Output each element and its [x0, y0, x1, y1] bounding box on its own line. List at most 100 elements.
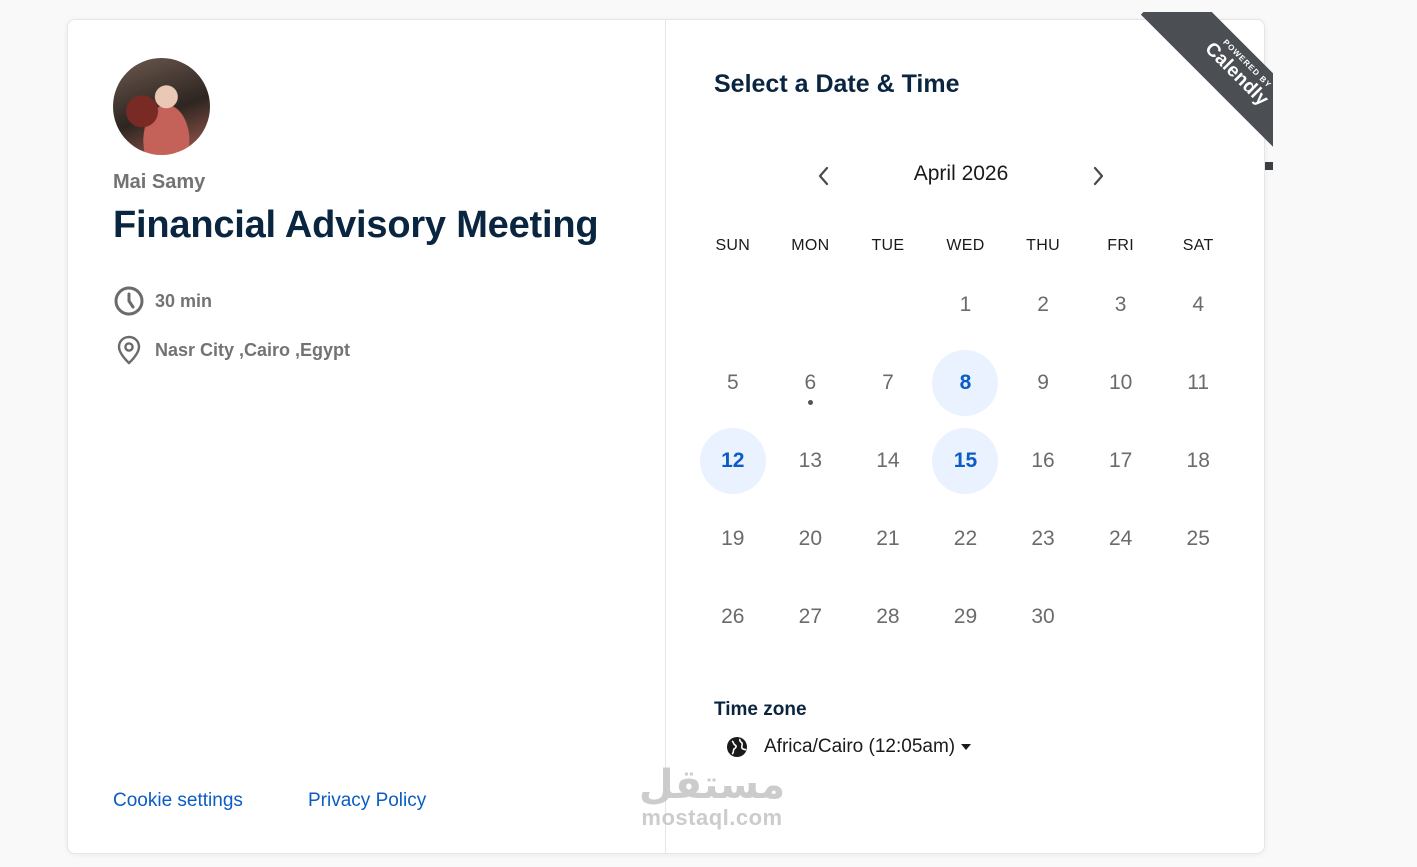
calendar-day: 18	[1159, 422, 1237, 500]
calendar-day: 14	[849, 422, 927, 500]
available-day-button[interactable]: 15	[932, 428, 999, 494]
available-day-button[interactable]: 12	[699, 428, 766, 494]
booking-card: Mai Samy Financial Advisory Meeting 30 m…	[67, 19, 1265, 854]
calendar-day: 30	[1004, 578, 1082, 656]
day-number: 7	[882, 371, 894, 394]
day-number: 16	[1031, 449, 1055, 472]
day-number: 24	[1108, 527, 1133, 550]
day-number: 14	[876, 449, 900, 472]
calendar-day: 11	[1159, 344, 1237, 422]
day-number: 6	[777, 350, 843, 416]
host-avatar	[113, 58, 210, 155]
day-number: 17	[1108, 449, 1133, 472]
day-number: 4	[1192, 293, 1205, 316]
weekday-header-row: SUN MON TUE WED THU FRI SAT	[694, 237, 1237, 255]
day-number: 2	[1037, 293, 1049, 316]
ribbon-fold	[1265, 162, 1273, 170]
day-number: 29	[953, 605, 978, 628]
calendar-empty-cell	[772, 266, 850, 344]
day-number: 21	[876, 527, 900, 550]
day-number: 13	[798, 449, 823, 472]
calendar-day[interactable]: 8	[927, 344, 1005, 422]
event-title: Financial Advisory Meeting	[113, 204, 599, 246]
powered-by-calendly-badge[interactable]: POWERED BY Calendly	[1115, 12, 1273, 170]
weekday-label: TUE	[871, 237, 905, 254]
day-number: 23	[1031, 527, 1055, 550]
ribbon: POWERED BY Calendly	[1140, 12, 1273, 170]
day-number: 10	[1108, 371, 1133, 394]
day-number: 3	[1114, 293, 1127, 316]
month-navigation: April 2026	[806, 158, 1116, 194]
calendar-day: 29	[927, 578, 1005, 656]
day-number: 9	[1037, 371, 1049, 394]
day-number: 30	[1031, 605, 1055, 628]
timezone-selector[interactable]: Africa/Cairo (12:05am)	[726, 736, 972, 758]
day-number: 26	[721, 605, 745, 628]
globe-icon	[727, 737, 747, 757]
day-number: 18	[1186, 449, 1210, 472]
timezone-value: Africa/Cairo (12:05am)	[764, 736, 972, 758]
calendar-day: 24	[1082, 500, 1160, 578]
next-month-button[interactable]	[1080, 158, 1116, 194]
location-pin-icon	[117, 335, 141, 365]
day-number: 5	[726, 371, 739, 394]
privacy-policy-link[interactable]: Privacy Policy	[308, 790, 426, 812]
ribbon-brand-text: Calendly	[1200, 38, 1273, 111]
calendar-day: 1	[927, 266, 1005, 344]
calendar-day: 28	[849, 578, 927, 656]
mostaql-watermark: مستقل mostaql.com	[622, 765, 802, 831]
calendar-day: 13	[772, 422, 850, 500]
timezone-label: Time zone	[714, 699, 807, 720]
calendar-day[interactable]: 12	[694, 422, 772, 500]
calendar-day: 19	[694, 500, 772, 578]
available-day-button[interactable]: 8	[932, 350, 999, 416]
calendar-day: 5	[694, 344, 772, 422]
calendar-day: 2	[1004, 266, 1082, 344]
weekday-label: WED	[946, 237, 985, 254]
host-name: Mai Samy	[113, 171, 206, 193]
location-text: Nasr City ,Cairo ,Egypt	[155, 339, 351, 360]
day-number: 27	[798, 605, 823, 628]
calendar-day: 25	[1159, 500, 1237, 578]
day-number: 25	[1186, 527, 1210, 550]
calendar-day: 21	[849, 500, 927, 578]
duration-text: 30 min	[155, 290, 213, 311]
calendar-day: 26	[694, 578, 772, 656]
timezone-value-text: Africa/Cairo (12:05am)	[764, 736, 956, 757]
calendar-day: 10	[1082, 344, 1160, 422]
day-number: 28	[876, 605, 900, 628]
calendar-day: 23	[1004, 500, 1082, 578]
watermark-latin-text: mostaql.com	[641, 805, 783, 830]
day-number: 19	[721, 527, 745, 550]
day-number: 1	[959, 293, 972, 316]
calendar-day: 9	[1004, 344, 1082, 422]
event-location: Nasr City ,Cairo ,Egypt	[113, 334, 350, 366]
weekday-label: MON	[791, 237, 830, 254]
weekday-label: SAT	[1182, 237, 1214, 254]
watermark-arabic-text: مستقل	[638, 763, 786, 807]
day-number: 11	[1187, 371, 1210, 394]
event-duration: 30 min	[113, 285, 212, 317]
chevron-right-icon	[1093, 166, 1104, 186]
weekday-label: THU	[1026, 237, 1060, 254]
clock-icon	[114, 286, 144, 316]
cookie-settings-link[interactable]: Cookie settings	[113, 790, 243, 812]
calendar-day: 17	[1082, 422, 1160, 500]
day-number: 20	[798, 527, 823, 550]
calendar-day: 27	[772, 578, 850, 656]
calendar-day-grid: 1 2 3 4 5 6 7 8 9 10 11 12 13 14 15 16 17 18 19 20 21 22 23 24 2…	[694, 266, 1237, 656]
calendar-day: 20	[772, 500, 850, 578]
calendar-day: 7	[849, 344, 927, 422]
day-number: 22	[953, 527, 978, 550]
calendar-empty-cell	[849, 266, 927, 344]
month-label: April 2026	[913, 162, 1009, 185]
calendar-day: 3	[1082, 266, 1160, 344]
weekday-label: SUN	[715, 237, 751, 254]
calendar-empty-cell	[694, 266, 772, 344]
calendar-day[interactable]: 15	[927, 422, 1005, 500]
calendar-day: 4	[1159, 266, 1237, 344]
calendar-day: 22	[927, 500, 1005, 578]
weekday-label: FRI	[1107, 237, 1134, 254]
calendar-day: 16	[1004, 422, 1082, 500]
caret-down-icon	[961, 743, 972, 750]
